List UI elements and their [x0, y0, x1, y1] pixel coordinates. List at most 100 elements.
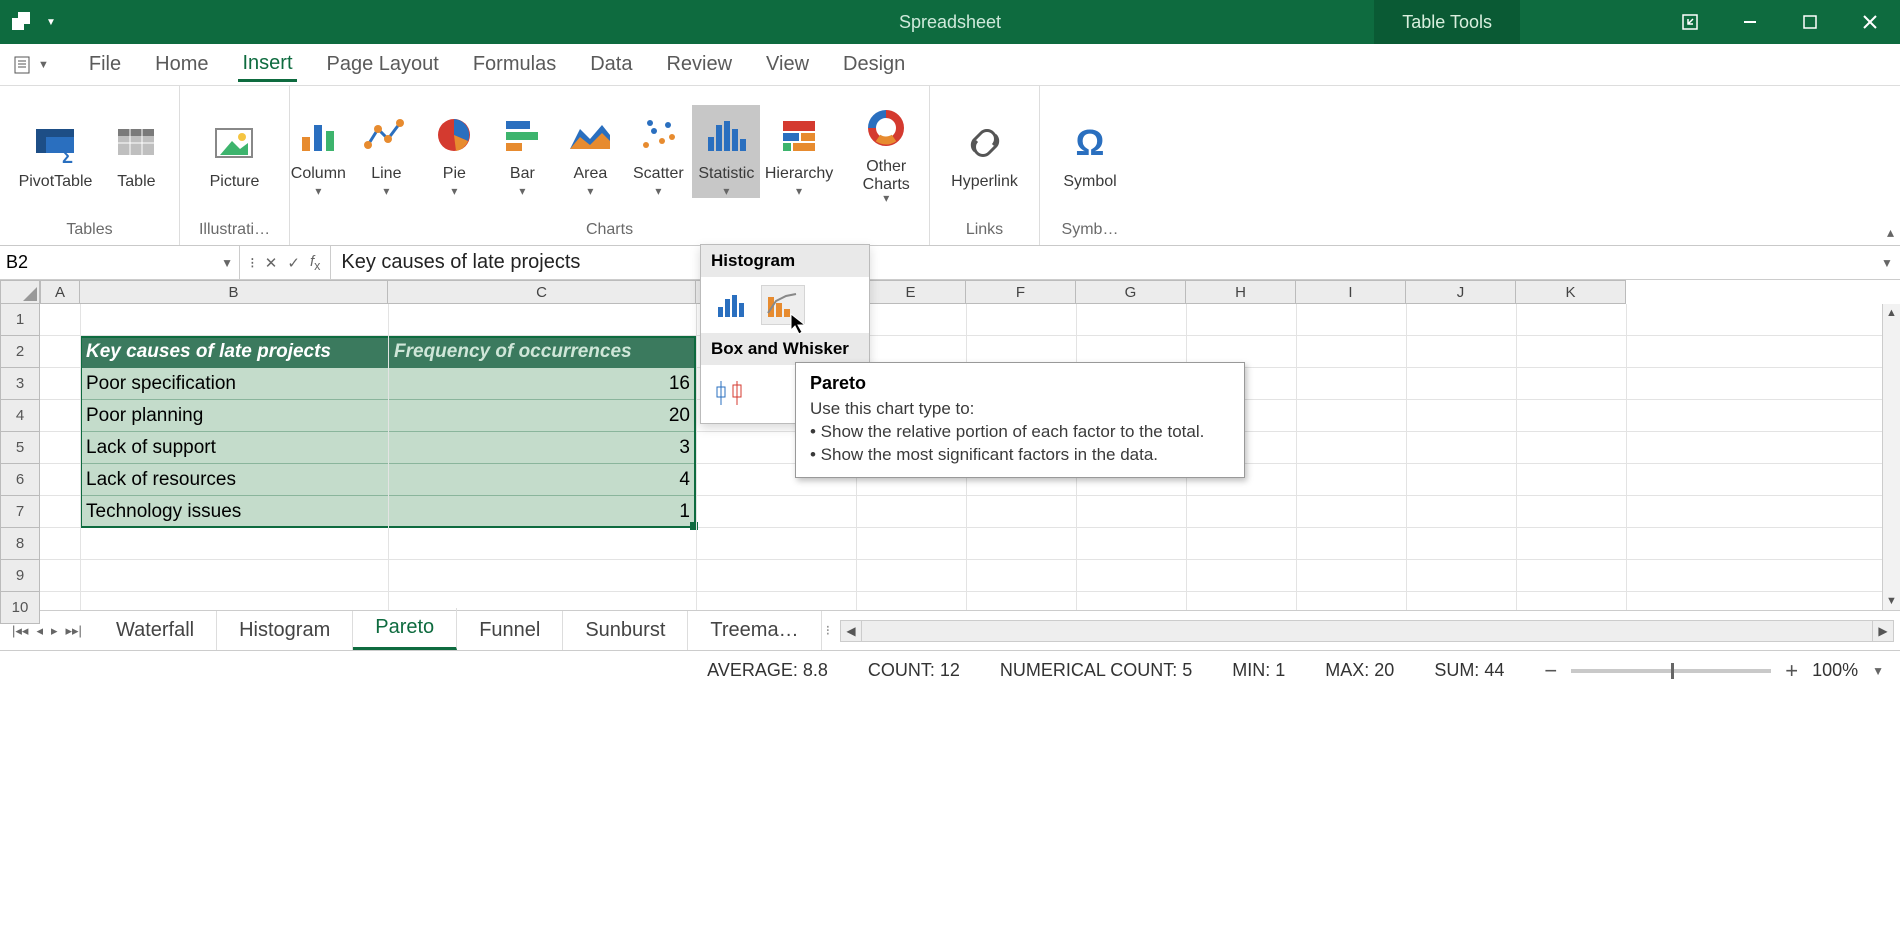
- sheet-tab-waterfall[interactable]: Waterfall: [94, 611, 217, 650]
- table-data-cell[interactable]: 1: [388, 496, 696, 528]
- cancel-formula-button[interactable]: ✕: [265, 254, 278, 272]
- row-header[interactable]: 2: [0, 336, 40, 368]
- menu-review[interactable]: Review: [662, 49, 736, 80]
- row-header[interactable]: 3: [0, 368, 40, 400]
- row-header[interactable]: 8: [0, 528, 40, 560]
- ribbon-group-charts: Charts: [586, 217, 633, 245]
- table-data-cell[interactable]: Lack of support: [80, 432, 388, 464]
- ribbon: Σ PivotTable Table Tables Picture Illust…: [0, 86, 1900, 246]
- table-data-cell[interactable]: 3: [388, 432, 696, 464]
- ribbon-group-links: Links: [966, 217, 1003, 245]
- row-header[interactable]: 9: [0, 560, 40, 592]
- select-all-cells[interactable]: [0, 280, 40, 304]
- column-header[interactable]: G: [1076, 280, 1186, 304]
- sheet-tab-funnel[interactable]: Funnel: [457, 611, 563, 650]
- table-data-cell[interactable]: 20: [388, 400, 696, 432]
- dropdown-section-histogram: Histogram: [701, 245, 869, 277]
- column-header[interactable]: F: [966, 280, 1076, 304]
- sheet-nav-first[interactable]: |◂◂: [12, 623, 28, 639]
- ribbon-pie-chart[interactable]: Pie▾: [420, 105, 488, 199]
- mouse-cursor-icon: [789, 312, 809, 336]
- ribbon-line-chart[interactable]: Line▾: [352, 105, 420, 199]
- table-data-cell[interactable]: 4: [388, 464, 696, 496]
- quick-access-dropdown[interactable]: ▼: [46, 17, 56, 28]
- collapse-ribbon-button[interactable]: ▴: [1887, 224, 1894, 241]
- row-header[interactable]: 1: [0, 304, 40, 336]
- ribbon-statistic-chart[interactable]: Statistic▾: [692, 105, 760, 199]
- ribbon-area-chart[interactable]: Area▾: [556, 105, 624, 199]
- accept-formula-button[interactable]: ✓: [287, 254, 300, 272]
- column-header[interactable]: E: [856, 280, 966, 304]
- row-header[interactable]: 6: [0, 464, 40, 496]
- table-header-cell[interactable]: Key causes of late projects: [80, 336, 388, 368]
- histogram-chart-option[interactable]: [711, 285, 755, 325]
- horizontal-scrollbar[interactable]: ◀▶: [834, 620, 1900, 642]
- close-button[interactable]: [1840, 0, 1900, 44]
- ribbon-hierarchy-chart[interactable]: Hierarchy▾: [760, 105, 837, 199]
- zoom-slider[interactable]: [1571, 669, 1771, 673]
- vertical-scrollbar[interactable]: ▲▼: [1882, 304, 1900, 610]
- menu-page-layout[interactable]: Page Layout: [323, 49, 443, 80]
- minimize-button[interactable]: [1720, 0, 1780, 44]
- sheet-tab-pareto[interactable]: Pareto: [353, 608, 457, 650]
- table-data-cell[interactable]: Poor specification: [80, 368, 388, 400]
- name-box[interactable]: B2 ▼: [0, 246, 240, 279]
- sheet-tab-histogram[interactable]: Histogram: [217, 611, 353, 650]
- row-header[interactable]: 10: [0, 592, 40, 624]
- menu-formulas[interactable]: Formulas: [469, 49, 560, 80]
- file-menu-icon[interactable]: ▼: [12, 54, 49, 76]
- ribbon-table[interactable]: Table: [102, 113, 170, 191]
- ribbon-symbol[interactable]: Ω Symbol: [1053, 113, 1126, 191]
- menu-home[interactable]: Home: [151, 49, 212, 80]
- menu-file[interactable]: File: [85, 49, 125, 80]
- ribbon-pivottable[interactable]: Σ PivotTable: [9, 113, 103, 191]
- menu-view[interactable]: View: [762, 49, 813, 80]
- zoom-in-button[interactable]: +: [1785, 658, 1798, 684]
- menu-insert[interactable]: Insert: [238, 48, 296, 82]
- ribbon-picture[interactable]: Picture: [200, 113, 270, 191]
- status-numerical-count: NUMERICAL COUNT: 5: [1000, 660, 1192, 681]
- table-header-cell[interactable]: Frequency of occurrences: [388, 336, 696, 368]
- menu-design[interactable]: Design: [839, 49, 909, 80]
- insert-function-button[interactable]: fx: [310, 253, 320, 273]
- column-header[interactable]: B: [80, 280, 388, 304]
- column-header[interactable]: K: [1516, 280, 1626, 304]
- ribbon-other-charts[interactable]: Other Charts▾: [838, 98, 935, 205]
- column-header[interactable]: H: [1186, 280, 1296, 304]
- row-header[interactable]: 4: [0, 400, 40, 432]
- table-data-cell[interactable]: Poor planning: [80, 400, 388, 432]
- ribbon-scatter-chart[interactable]: Scatter▾: [624, 105, 692, 199]
- table-data-cell[interactable]: Technology issues: [80, 496, 388, 528]
- zoom-level[interactable]: 100%: [1812, 660, 1858, 681]
- column-header[interactable]: A: [40, 280, 80, 304]
- table-data-cell[interactable]: 16: [388, 368, 696, 400]
- ribbon-group-illustrations: Illustrati…: [199, 217, 270, 245]
- formula-input[interactable]: Key causes of late projects: [331, 246, 1874, 279]
- expand-formula-bar-button[interactable]: ▼: [1874, 246, 1900, 279]
- row-header[interactable]: 5: [0, 432, 40, 464]
- column-header[interactable]: J: [1406, 280, 1516, 304]
- sheet-nav-next[interactable]: ▸: [51, 623, 58, 639]
- status-max: MAX: 20: [1325, 660, 1394, 681]
- menu-data[interactable]: Data: [586, 49, 636, 80]
- app-icon: [12, 12, 32, 32]
- zoom-dropdown[interactable]: ▼: [1872, 664, 1884, 678]
- box-whisker-chart-option[interactable]: [711, 373, 755, 413]
- ribbon-hyperlink[interactable]: Hyperlink: [941, 113, 1028, 191]
- ribbon-column-chart[interactable]: Column▾: [284, 105, 352, 199]
- context-tab-table-tools[interactable]: Table Tools: [1374, 0, 1520, 44]
- zoom-out-button[interactable]: −: [1544, 658, 1557, 684]
- ribbon-bar-chart[interactable]: Bar▾: [488, 105, 556, 199]
- sheet-tab-treemap[interactable]: Treema…: [688, 611, 821, 650]
- sheet-nav-prev[interactable]: ◂: [36, 623, 43, 639]
- column-header[interactable]: I: [1296, 280, 1406, 304]
- status-count: COUNT: 12: [868, 660, 960, 681]
- table-data-cell[interactable]: Lack of resources: [80, 464, 388, 496]
- ribbon-display-options-button[interactable]: [1660, 0, 1720, 44]
- column-header[interactable]: C: [388, 280, 696, 304]
- formula-bar-expand-icon[interactable]: ⁝: [250, 254, 255, 272]
- maximize-button[interactable]: [1780, 0, 1840, 44]
- row-header[interactable]: 7: [0, 496, 40, 528]
- sheet-nav-last[interactable]: ▸▸|: [66, 623, 82, 639]
- sheet-tab-sunburst[interactable]: Sunburst: [563, 611, 688, 650]
